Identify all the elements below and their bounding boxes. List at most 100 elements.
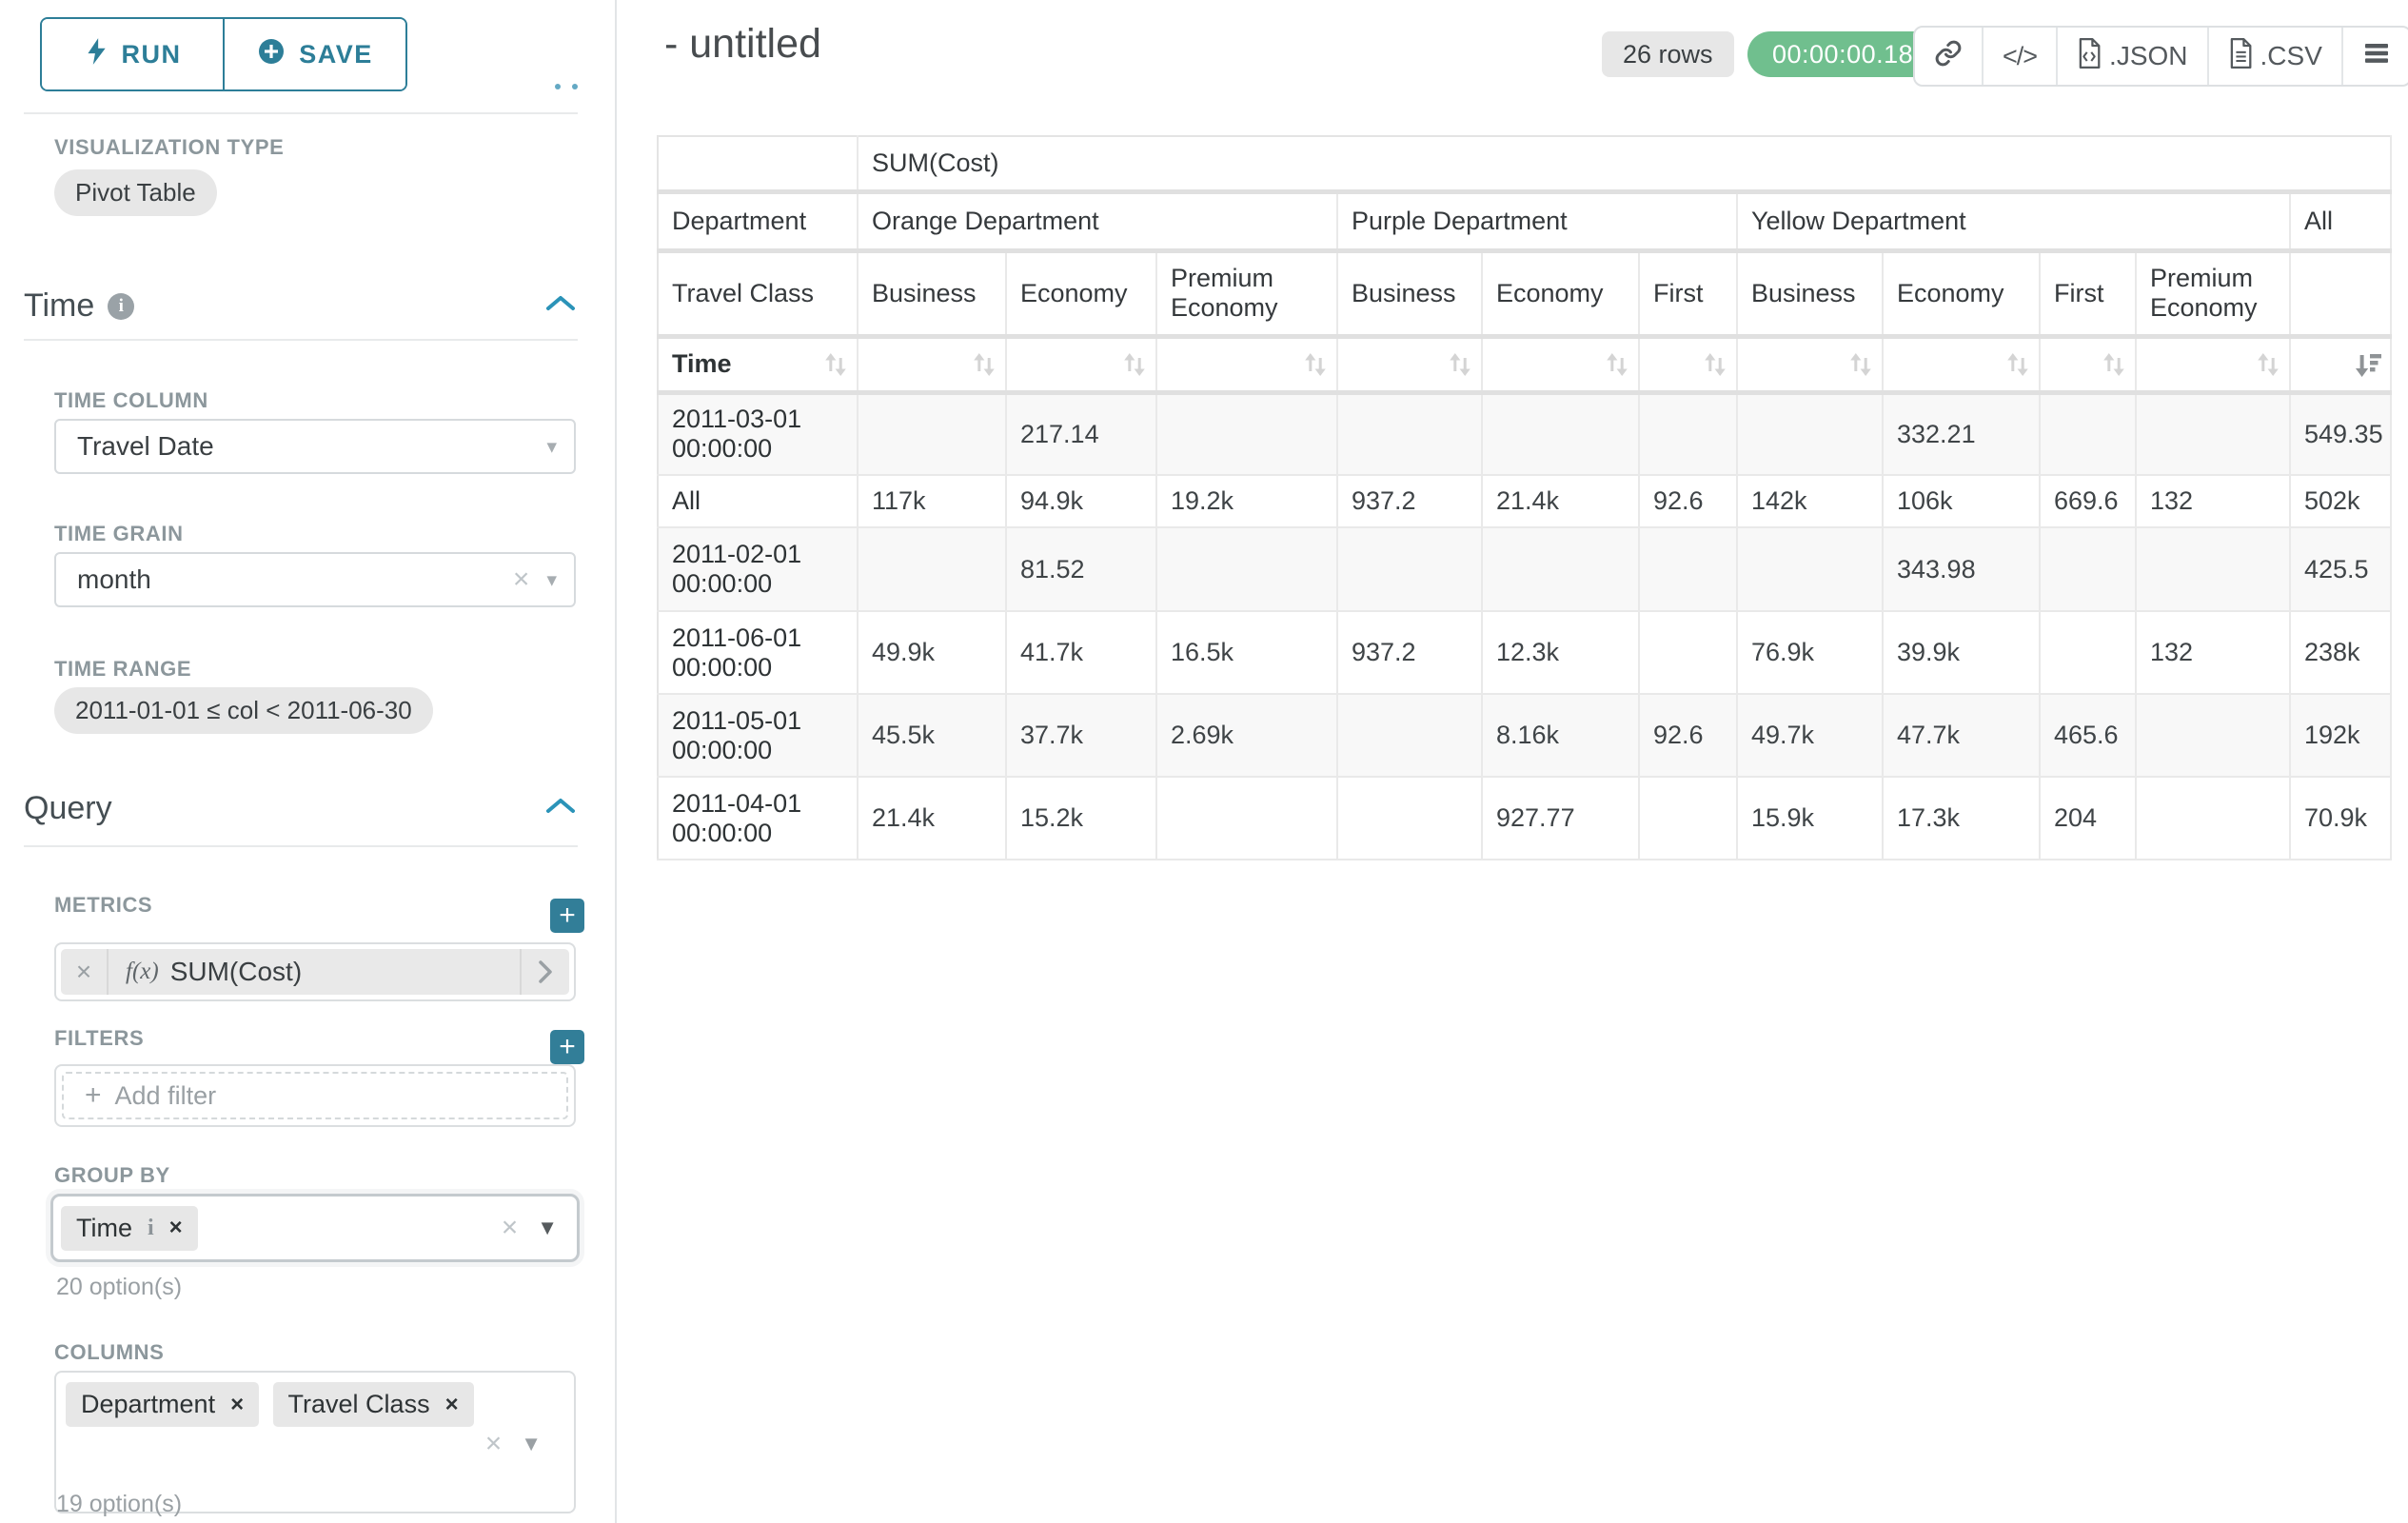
- pivot-cell: 92.6: [1639, 694, 1737, 777]
- pivot-row-label: 2011-06-0100:00:00: [658, 611, 858, 694]
- save-button[interactable]: SAVE: [225, 19, 405, 89]
- pivot-cell: [1156, 392, 1337, 475]
- column-sort-cell[interactable]: [1482, 336, 1639, 392]
- group-by-token[interactable]: Time i ×: [61, 1206, 198, 1251]
- travel-class-header: First: [2040, 250, 2136, 336]
- add-metric-button[interactable]: +: [550, 899, 584, 933]
- pivot-row-label: 2011-02-0100:00:00: [658, 527, 858, 611]
- export-csv-button[interactable]: .CSV: [2207, 28, 2341, 85]
- pivot-row-label: 2011-05-0100:00:00: [658, 694, 858, 777]
- pivot-cell: 2.69k: [1156, 694, 1337, 777]
- column-sort-cell[interactable]: [2040, 336, 2136, 392]
- pivot-cell: 669.6: [2040, 475, 2136, 527]
- export-json-button[interactable]: .JSON: [2056, 28, 2206, 85]
- time-range-pill[interactable]: 2011-01-01 ≤ col < 2011-06-30: [54, 687, 433, 734]
- remove-metric-icon[interactable]: ×: [61, 949, 109, 995]
- time-column-select[interactable]: Travel Date ▾: [54, 419, 576, 474]
- travel-class-header: First: [1639, 250, 1737, 336]
- travel-class-header: Economy: [1006, 250, 1156, 336]
- metric-pill[interactable]: × f(x) SUM(Cost): [61, 949, 569, 995]
- pivot-cell: 21.4k: [858, 777, 1006, 860]
- remove-token-icon[interactable]: ×: [230, 1394, 244, 1416]
- run-button-label: RUN: [122, 40, 182, 69]
- column-sort-cell[interactable]: [1337, 336, 1482, 392]
- pivot-cell: [1337, 694, 1482, 777]
- columns-token[interactable]: Department ×: [66, 1382, 259, 1427]
- travel-class-header: Business: [1737, 250, 1883, 336]
- pivot-cell: 15.2k: [1006, 777, 1156, 860]
- pivot-row-label: All: [658, 475, 858, 527]
- column-sort-cell[interactable]: [1156, 336, 1337, 392]
- pivot-cell: 45.5k: [858, 694, 1006, 777]
- chevron-right-icon[interactable]: [520, 949, 569, 995]
- pivot-cell: 238k: [2290, 611, 2391, 694]
- control-panel-sidebar: Chart Type RUN SAVE VISUALIZATION TYPE P…: [0, 0, 617, 1523]
- pivot-cell: [858, 527, 1006, 611]
- time-sort-cell[interactable]: Time: [658, 336, 858, 392]
- add-filter-button[interactable]: + Add filter: [62, 1072, 568, 1119]
- pivot-cell: 937.2: [1337, 475, 1482, 527]
- pivot-cell: 332.21: [1883, 392, 2040, 475]
- pivot-cell: [858, 392, 1006, 475]
- pivot-cell: 343.98: [1883, 527, 2040, 611]
- collapse-chevron-icon[interactable]: [544, 796, 577, 821]
- column-sort-cell[interactable]: [1737, 336, 1883, 392]
- pivot-cell: [1737, 527, 1883, 611]
- pivot-cell: [2136, 392, 2290, 475]
- clear-icon[interactable]: ×: [502, 1214, 519, 1242]
- columns-options-hint: 19 option(s): [56, 1491, 182, 1518]
- pivot-cell: 132: [2136, 611, 2290, 694]
- column-sort-cell[interactable]: [1006, 336, 1156, 392]
- pivot-cell: 502k: [2290, 475, 2391, 527]
- pivot-cell: 81.52: [1006, 527, 1156, 611]
- add-filter-plus-button[interactable]: +: [550, 1030, 584, 1064]
- chart-title[interactable]: - untitled: [664, 21, 821, 68]
- divider: [24, 112, 578, 114]
- export-json-label: .JSON: [2109, 41, 2187, 71]
- visualization-type-pill[interactable]: Pivot Table: [54, 169, 217, 216]
- divider: [24, 339, 578, 341]
- visualization-type-label: VISUALIZATION TYPE: [54, 135, 284, 160]
- pivot-cell: 425.5: [2290, 527, 2391, 611]
- all-class-header: [2290, 250, 2391, 336]
- group-by-select[interactable]: Time i × × ▼: [50, 1194, 580, 1262]
- group-by-label: GROUP BY: [54, 1163, 170, 1188]
- pivot-cell: [1737, 392, 1883, 475]
- pivot-cell: 49.7k: [1737, 694, 1883, 777]
- all-sort-cell-active[interactable]: [2290, 336, 2391, 392]
- pivot-cell: 8.16k: [1482, 694, 1639, 777]
- metric-field: × f(x) SUM(Cost): [54, 942, 576, 1001]
- column-sort-cell[interactable]: [858, 336, 1006, 392]
- remove-token-icon[interactable]: ×: [445, 1394, 459, 1416]
- more-menu-button[interactable]: [2341, 28, 2408, 85]
- clear-icon[interactable]: ×: [513, 565, 530, 594]
- pivot-cell: [1482, 527, 1639, 611]
- embed-code-button[interactable]: </>: [1982, 28, 2056, 85]
- share-link-button[interactable]: [1915, 28, 1982, 85]
- columns-token[interactable]: Travel Class ×: [273, 1382, 474, 1427]
- travel-class-header: Premium Economy: [2136, 250, 2290, 336]
- pivot-cell: [2136, 694, 2290, 777]
- column-sort-cell[interactable]: [2136, 336, 2290, 392]
- pivot-table: SUM(Cost)DepartmentOrange DepartmentPurp…: [657, 135, 2392, 860]
- department-row-label: Department: [658, 191, 858, 250]
- clear-icon[interactable]: ×: [485, 1430, 503, 1458]
- chart-type-collapse-icon[interactable]: [555, 84, 561, 89]
- pivot-cell: 37.7k: [1006, 694, 1156, 777]
- pivot-row: 2011-02-0100:00:00 81.52 343.98 425.5: [658, 527, 2391, 611]
- pivot-cell: [1156, 777, 1337, 860]
- pivot-row-label: 2011-03-0100:00:00: [658, 392, 858, 475]
- column-sort-cell[interactable]: [1639, 336, 1737, 392]
- time-grain-label: TIME GRAIN: [54, 522, 184, 546]
- time-grain-select[interactable]: month × ▾: [54, 552, 576, 607]
- all-column-header: All: [2290, 191, 2391, 250]
- pivot-cell: 15.9k: [1737, 777, 1883, 860]
- collapse-chevron-icon[interactable]: [544, 293, 577, 319]
- column-sort-cell[interactable]: [1883, 336, 2040, 392]
- pivot-cell: 21.4k: [1482, 475, 1639, 527]
- remove-token-icon[interactable]: ×: [169, 1216, 183, 1239]
- chart-type-collapse-icon[interactable]: [572, 84, 578, 89]
- save-button-label: SAVE: [299, 40, 373, 69]
- info-icon: i: [148, 1216, 154, 1241]
- run-button[interactable]: RUN: [42, 19, 225, 89]
